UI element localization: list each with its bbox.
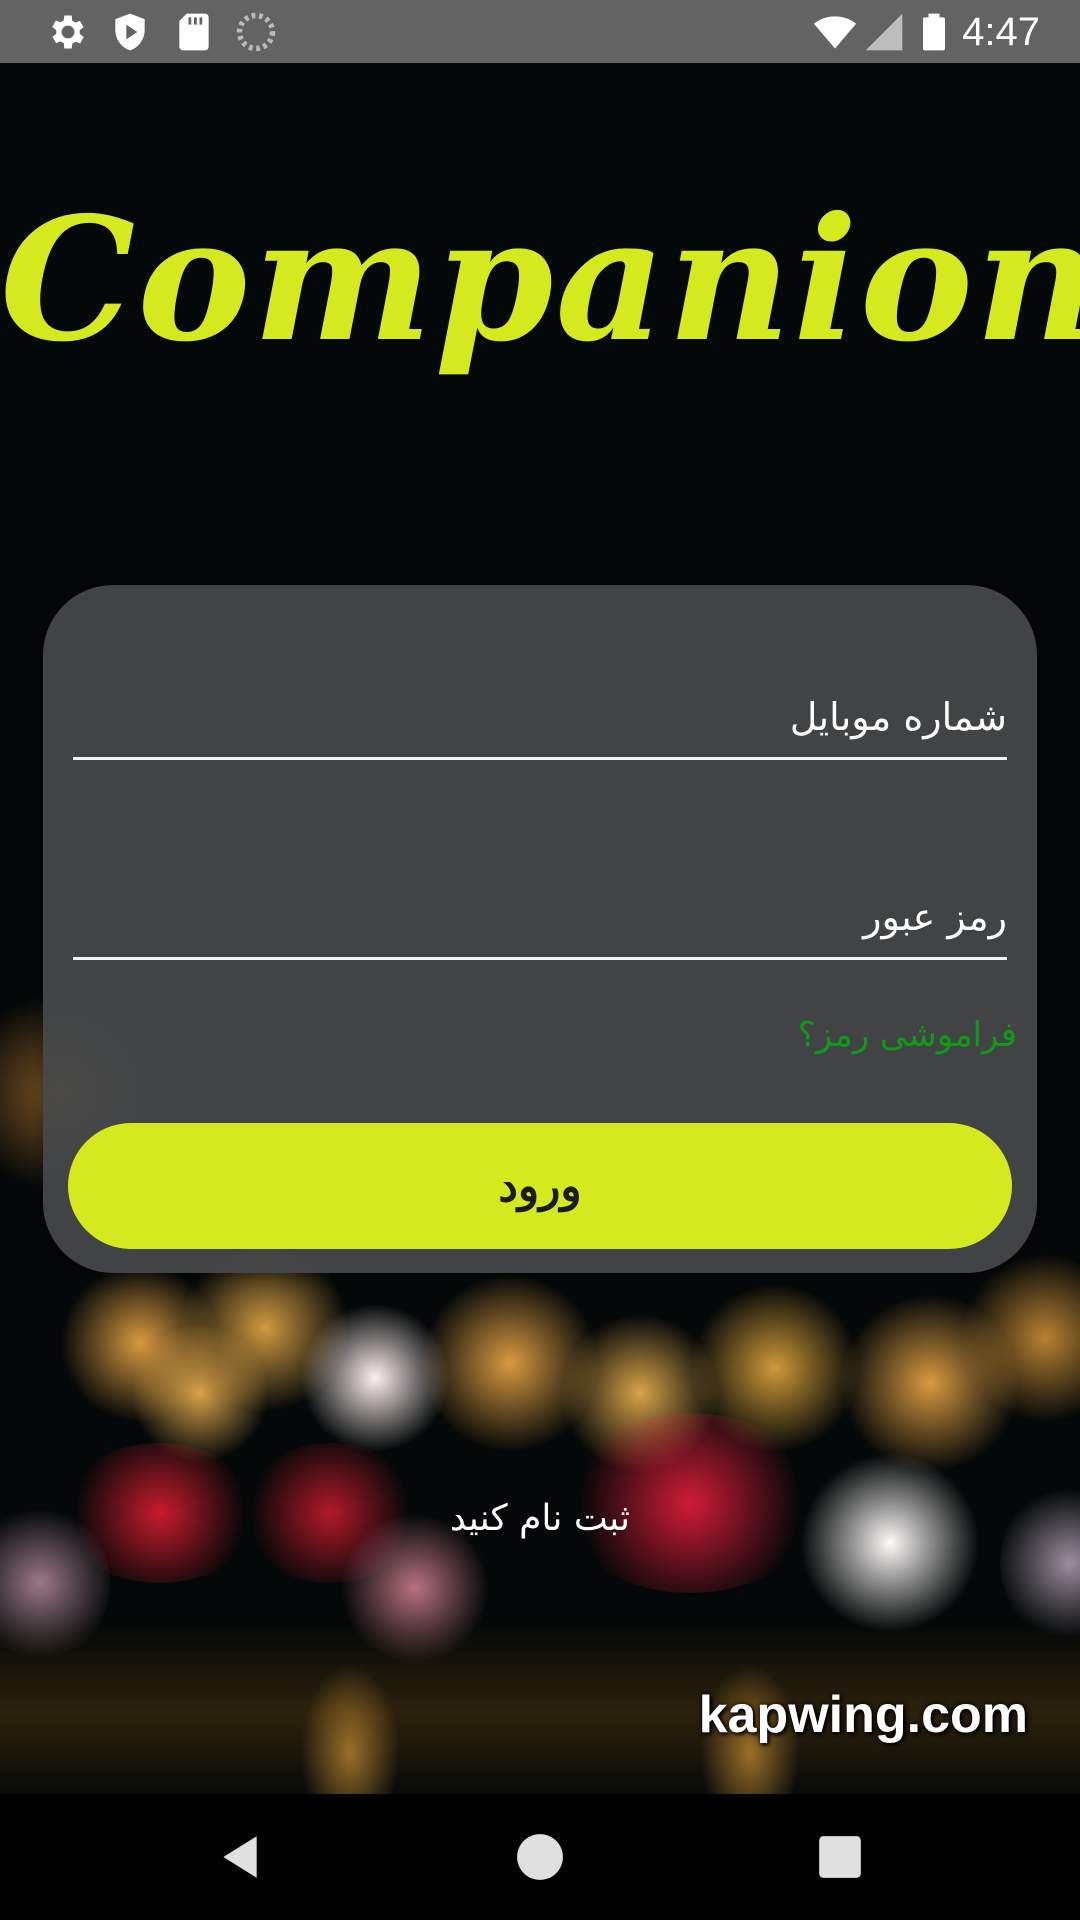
recents-icon[interactable] xyxy=(815,1832,865,1882)
signal-icon xyxy=(865,13,903,51)
register-link[interactable]: ثبت نام کنید xyxy=(0,1498,1080,1539)
login-card: شماره موبایل رمز عبور فراموشی رمز؟ ورود xyxy=(43,585,1037,1273)
phone-placeholder: شماره موبایل xyxy=(789,695,1007,739)
shield-icon xyxy=(115,13,145,51)
status-bar: 4:47 xyxy=(0,0,1080,63)
loading-icon xyxy=(236,12,276,52)
sd-card-icon xyxy=(179,13,209,51)
home-icon[interactable] xyxy=(515,1832,565,1882)
status-time: 4:47 xyxy=(962,10,1040,54)
battery-icon xyxy=(923,13,945,51)
back-icon[interactable] xyxy=(215,1832,265,1882)
forgot-password-link[interactable]: فراموشی رمز؟ xyxy=(798,1015,1017,1055)
phone-field[interactable]: شماره موبایل xyxy=(73,657,1007,760)
wifi-icon xyxy=(813,16,857,49)
login-button[interactable]: ورود xyxy=(68,1123,1012,1249)
app-logo: Companion xyxy=(0,180,1080,380)
password-field[interactable]: رمز عبور xyxy=(73,857,1007,960)
password-placeholder: رمز عبور xyxy=(863,895,1007,939)
navigation-bar xyxy=(0,1794,1080,1920)
gear-icon xyxy=(52,15,84,49)
watermark: kapwing.com xyxy=(698,1686,1028,1744)
